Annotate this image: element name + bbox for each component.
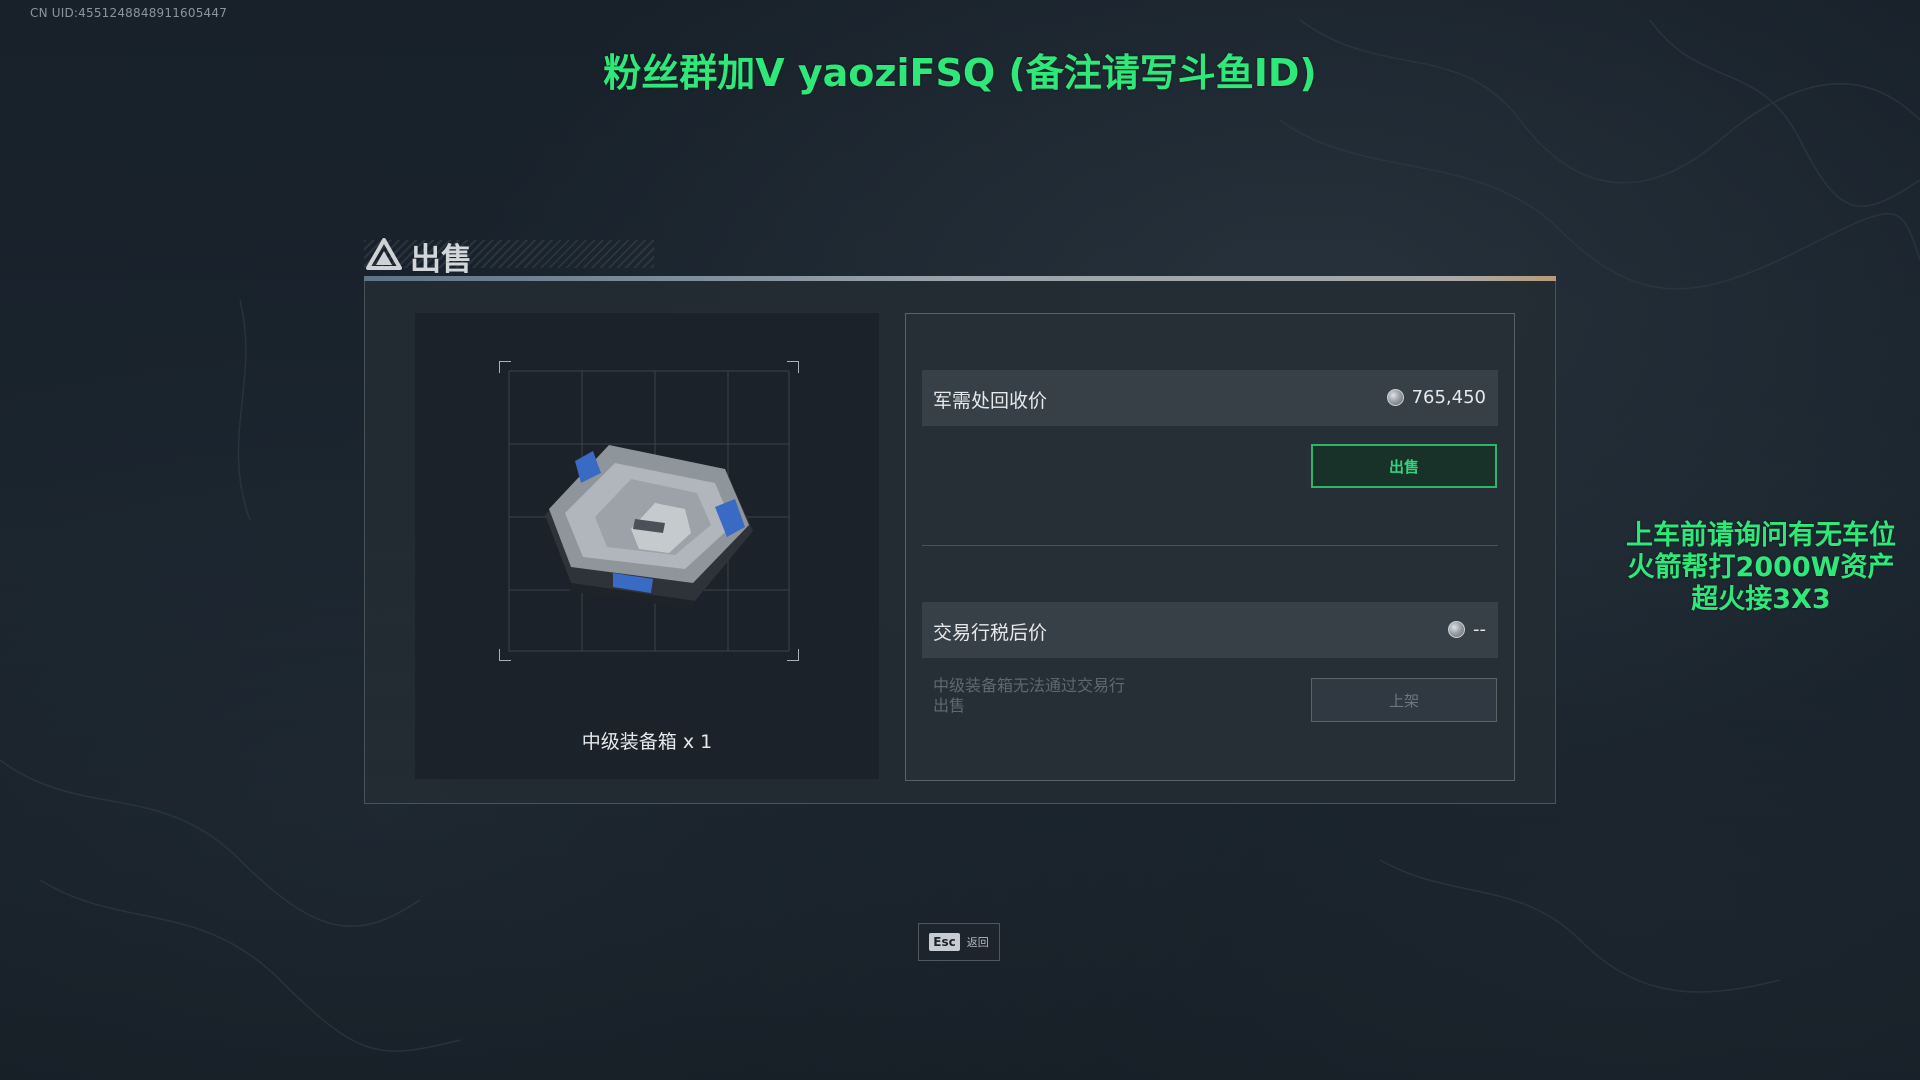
warning-triangle-icon xyxy=(366,238,402,270)
back-label: 返回 xyxy=(966,936,989,949)
recycle-price-row: 军需处回收价 765,450 xyxy=(922,370,1498,426)
trade-price-row: 交易行税后价 -- xyxy=(922,602,1498,658)
panel-header: 出售 xyxy=(364,228,664,278)
back-button[interactable]: Esc 返回 xyxy=(918,923,1000,961)
notice-line-1: 上车前请询问有无车位 xyxy=(1626,520,1896,551)
coin-icon xyxy=(1386,389,1404,406)
recycle-price-label: 军需处回收价 xyxy=(933,390,1048,412)
item-preview-card: 中级装备箱 x 1 xyxy=(415,313,879,779)
trade-restriction-note: 中级装备箱无法通过交易行出售 xyxy=(933,676,1126,715)
trade-price-label: 交易行税后价 xyxy=(933,622,1048,644)
panel-title: 出售 xyxy=(410,242,472,278)
list-on-market-button[interactable]: 上架 xyxy=(1311,678,1497,722)
price-info-card: 军需处回收价 765,450 出售 交易行税后价 -- 中级装备箱无法通过交易行… xyxy=(905,313,1515,781)
stream-overlay-notice: 上车前请询问有无车位 火箭帮打2000W资产 超火接3X3 xyxy=(1602,520,1920,616)
item-name: 中级装备箱 x 1 xyxy=(581,731,713,753)
esc-key-icon: Esc xyxy=(929,933,960,951)
trade-price-value-group: -- xyxy=(1448,619,1486,640)
recycle-price-value-group: 765,450 xyxy=(1386,387,1486,408)
equipment-case-icon xyxy=(545,445,753,609)
sell-panel: 中级装备箱 x 1 军需处回收价 765,450 出售 交易行税后价 -- 中级… xyxy=(364,281,1556,804)
player-uid: CN UID:4551248848911605447 xyxy=(30,6,228,20)
trade-price-value: -- xyxy=(1473,619,1486,640)
stream-overlay-banner: 粉丝群加V yaoziFSQ (备注请写斗鱼ID) xyxy=(603,51,1317,95)
notice-line-2: 火箭帮打2000W资产 xyxy=(1627,552,1895,583)
notice-line-3: 超火接3X3 xyxy=(1691,584,1831,615)
coin-icon xyxy=(1448,621,1465,638)
recycle-price-value: 765,450 xyxy=(1411,387,1486,408)
section-divider xyxy=(922,545,1498,546)
header-hatch-decoration xyxy=(364,240,654,268)
sell-button[interactable]: 出售 xyxy=(1311,444,1497,488)
game-screen: CN UID:4551248848911605447 粉丝群加V yaoziFS… xyxy=(0,0,1920,1080)
